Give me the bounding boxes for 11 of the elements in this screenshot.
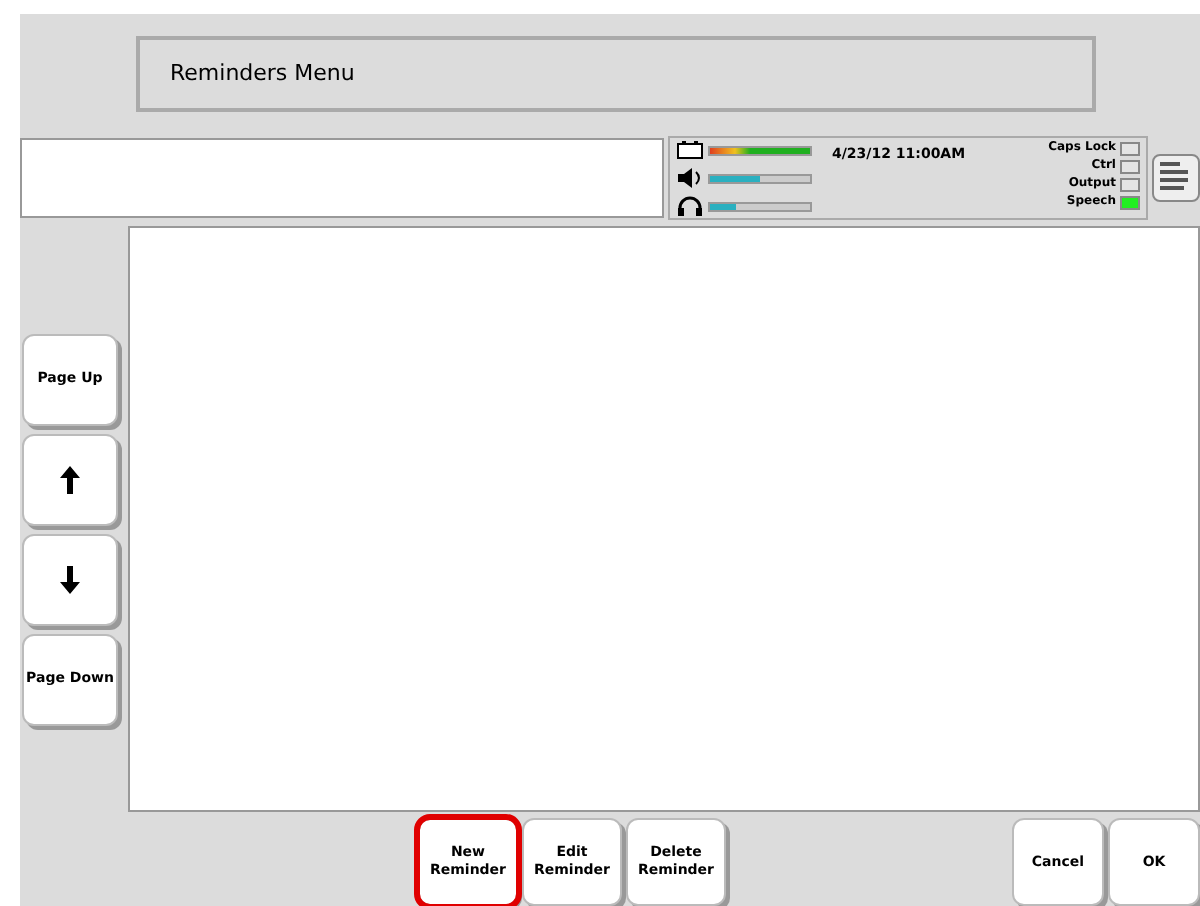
up-arrow-icon (60, 465, 80, 493)
level-meter (708, 173, 812, 183)
down-arrow-button[interactable] (22, 533, 118, 625)
up-arrow-button[interactable] (22, 433, 118, 525)
speaker-icon (676, 168, 704, 188)
level-meter (708, 201, 812, 211)
menu-title: Reminders Menu (170, 57, 355, 90)
headphones-icon (676, 196, 704, 216)
down-arrow-icon (60, 565, 80, 593)
level-meter (708, 145, 812, 155)
battery-icon (676, 140, 704, 160)
